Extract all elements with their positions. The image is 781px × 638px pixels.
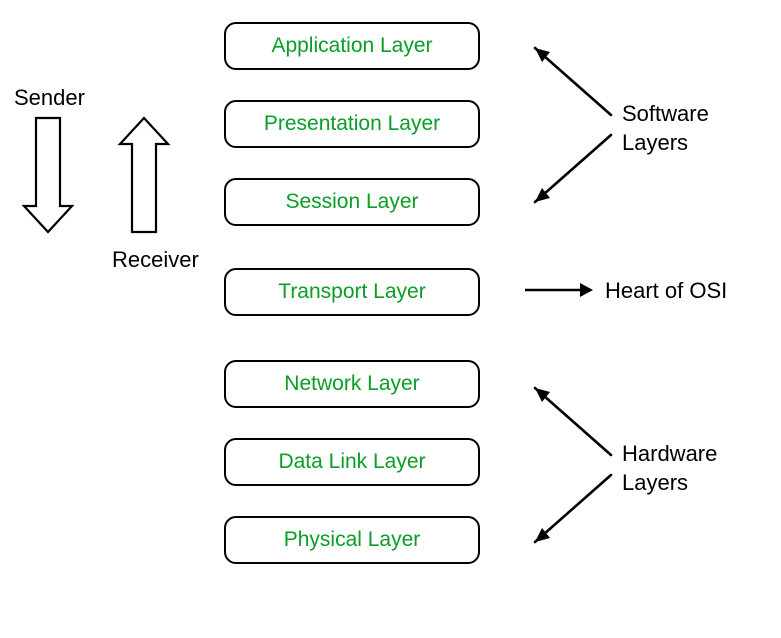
software-bracket-icon	[535, 48, 611, 202]
layer-box-application: Application Layer	[224, 22, 480, 70]
layer-box-physical: Physical Layer	[224, 516, 480, 564]
layer-box-transport: Transport Layer	[224, 268, 480, 316]
software-layers-line2: Layers	[622, 129, 709, 158]
software-layers-line1: Software	[622, 100, 709, 129]
software-layers-label: Software Layers	[622, 100, 709, 157]
layer-box-datalink: Data Link Layer	[224, 438, 480, 486]
layer-box-session: Session Layer	[224, 178, 480, 226]
sender-arrow-icon	[24, 118, 72, 232]
hardware-layers-line1: Hardware	[622, 440, 717, 469]
heart-of-osi-label: Heart of OSI	[605, 278, 727, 304]
hardware-bracket-icon	[535, 388, 611, 542]
hardware-layers-line2: Layers	[622, 469, 717, 498]
layer-box-network: Network Layer	[224, 360, 480, 408]
layer-box-presentation: Presentation Layer	[224, 100, 480, 148]
receiver-arrow-icon	[120, 118, 168, 232]
heart-arrow-icon	[525, 283, 593, 297]
receiver-label: Receiver	[112, 247, 199, 273]
hardware-layers-label: Hardware Layers	[622, 440, 717, 497]
sender-label: Sender	[14, 85, 85, 111]
